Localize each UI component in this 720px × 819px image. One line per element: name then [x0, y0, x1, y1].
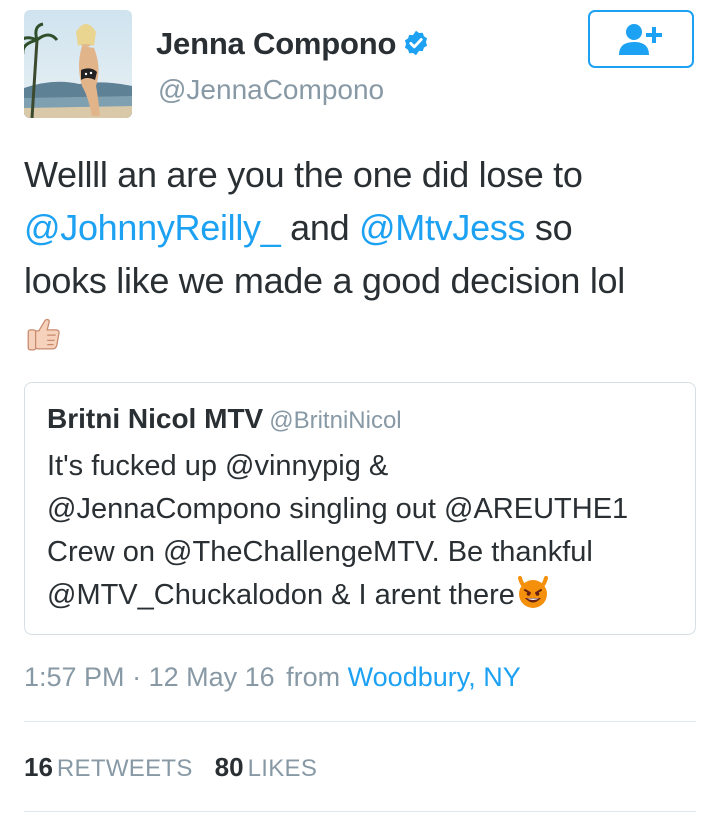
tweet-text-fragment: so: [525, 207, 573, 248]
divider-top: [24, 721, 696, 722]
author-name-row[interactable]: Jenna Compono: [156, 26, 430, 62]
quoted-tweet-card[interactable]: Britni Nicol MTV @BritniNicol It's fucked…: [24, 382, 696, 635]
thumbs-up-icon: [27, 318, 60, 351]
author-avatar[interactable]: [24, 10, 132, 118]
quoted-text-line: @JennaCompono singling out @AREUTHE1: [47, 493, 629, 525]
likes-count: 80: [214, 752, 244, 782]
mention-link[interactable]: @MtvJess: [359, 207, 525, 248]
retweets-label: RETWEETS: [56, 755, 193, 782]
verified-badge-icon: [405, 30, 428, 56]
quoted-author-handle: @BritniNicol: [269, 407, 402, 434]
divider-bottom: [24, 811, 696, 812]
likes-label: LIKES: [247, 755, 318, 782]
retweets-count: 16: [24, 752, 53, 782]
author-name[interactable]: Jenna Compono: [156, 26, 396, 61]
tweet-location-link[interactable]: Woodbury, NY: [348, 662, 521, 692]
tweet-text-fragment: and: [280, 207, 360, 248]
mention-link[interactable]: @JohnnyReilly_: [24, 207, 281, 248]
meta-separator: ·: [124, 662, 149, 692]
avatar-photo: [24, 10, 132, 118]
quoted-text-line: Crew on @TheChallengeMTV. Be thankful: [47, 536, 593, 568]
tweet-text: Wellll an are you the one did lose to @J…: [24, 148, 704, 360]
quoted-tweet-text: It's fucked up @vinnypig & @JennaCompono…: [47, 445, 677, 617]
meta-from-label: from: [286, 662, 341, 692]
follow-button[interactable]: [588, 10, 694, 68]
quoted-text-line: It's fucked up @vinnypig &: [47, 450, 389, 482]
tweet-meta: 1:57 PM · 12 May 16 from Woodbury, NY: [24, 662, 521, 693]
likes-stat[interactable]: 80 LIKES: [215, 752, 317, 782]
author-handle[interactable]: @JennaCompono: [158, 74, 384, 106]
retweets-stat[interactable]: 16 RETWEETS: [24, 752, 193, 782]
tweet-time[interactable]: 1:57 PM: [24, 662, 125, 692]
tweet-stats: 16 RETWEETS 80 LIKES: [24, 752, 317, 783]
tweet-text-line: looks like we made a good decision lol: [24, 260, 625, 301]
follow-user-plus-icon: [619, 24, 662, 55]
quoted-author-name: Britni Nicol MTV: [47, 403, 264, 434]
quoted-text-line: @MTV_Chuckalodon & I arent there: [47, 579, 515, 611]
tweet-text-line: Wellll an are you the one did lose to: [24, 154, 583, 195]
tweet-date[interactable]: 12 May 16: [149, 662, 275, 692]
smiling-devil-icon: [517, 576, 548, 608]
quoted-author-row: Britni Nicol MTV @BritniNicol: [47, 403, 402, 435]
